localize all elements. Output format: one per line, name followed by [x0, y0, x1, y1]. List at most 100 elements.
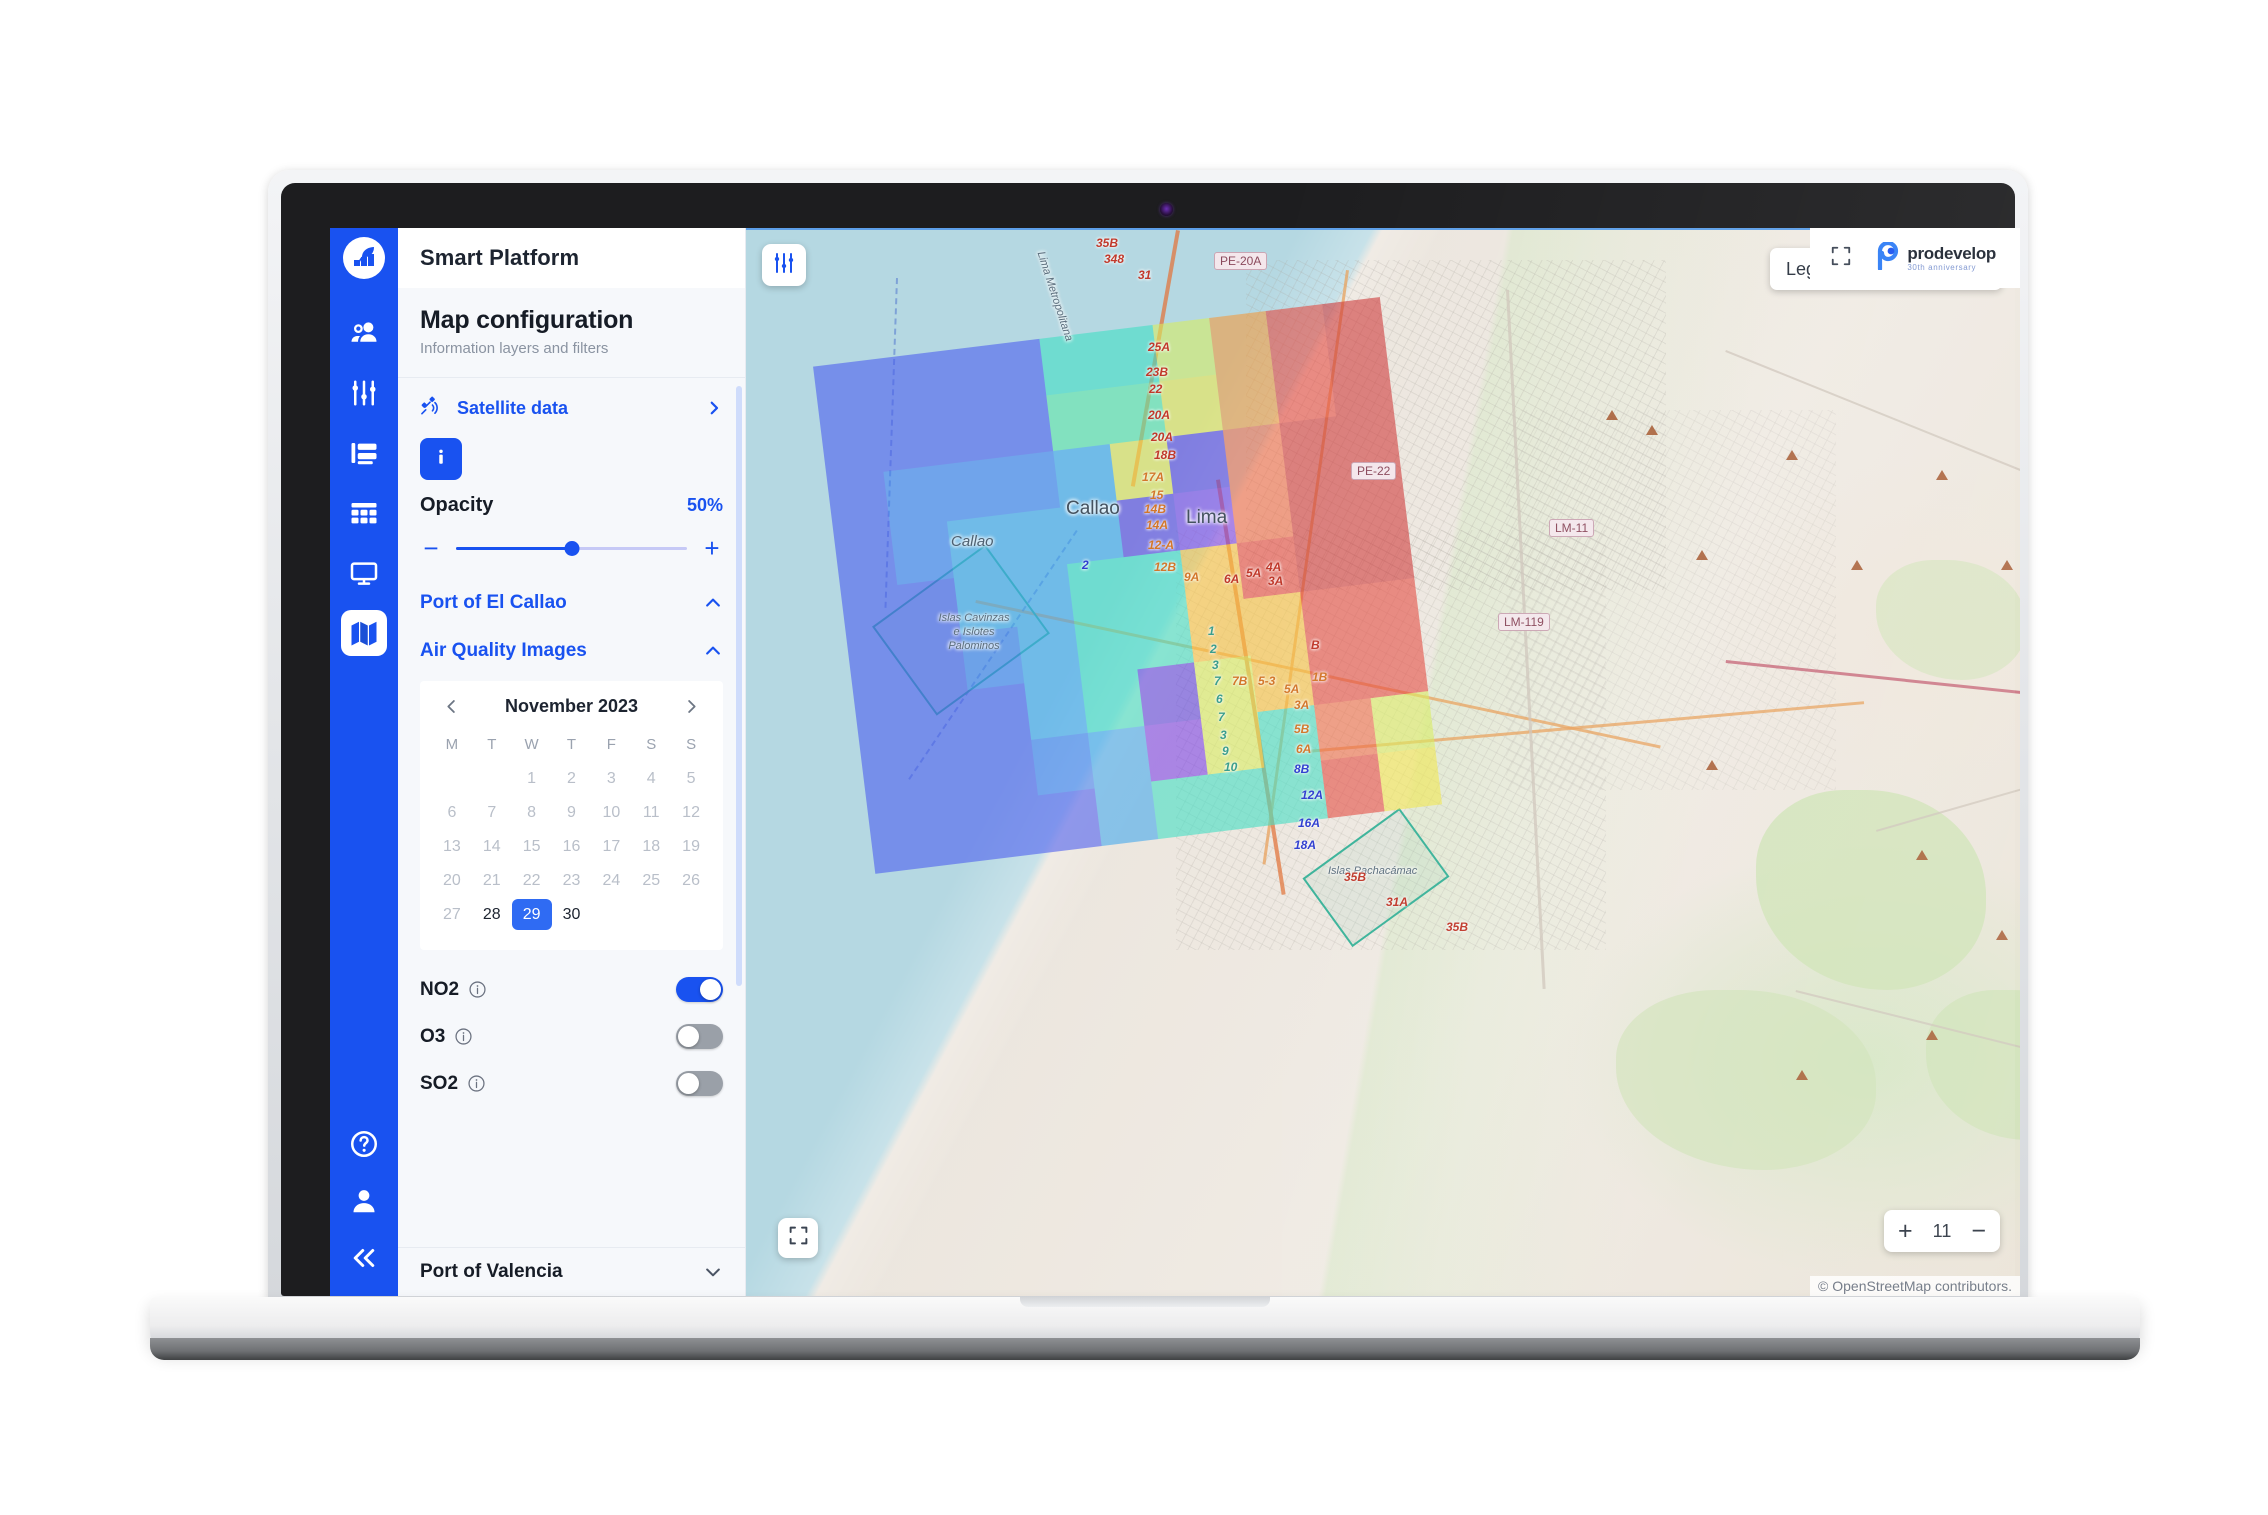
- zoom-control[interactable]: + 11 −: [1884, 1210, 2000, 1252]
- calendar-weekday: W: [524, 736, 539, 753]
- hill-marker: [1606, 410, 1618, 420]
- raster-cell: [826, 472, 892, 537]
- raster-cell: [819, 415, 885, 480]
- calendar-weekday-row: MTWTFSS: [432, 730, 711, 763]
- calendar-prev-button[interactable]: [438, 695, 465, 718]
- road-number: 20A: [1148, 408, 1171, 422]
- road-number: 6A: [1224, 572, 1240, 586]
- gas-toggle[interactable]: [676, 977, 723, 1002]
- map-viewport[interactable]: Lima Metropolitana Callao Callao Lima Is…: [746, 228, 2020, 1296]
- rail-items: [330, 310, 398, 656]
- list-icon: [349, 438, 379, 468]
- page-title: Map configuration: [420, 306, 634, 334]
- calendar-blank-cell: [432, 763, 472, 794]
- raster-cell: [1066, 556, 1132, 621]
- calendar-day: 9: [567, 804, 576, 821]
- road-number: 18A: [1294, 838, 1317, 852]
- brand-name: prodevelop: [1907, 243, 1996, 263]
- calendar-day: 23: [562, 872, 581, 889]
- raster-cell: [1137, 662, 1202, 727]
- sidebar-item-users[interactable]: [341, 310, 387, 356]
- raster-cell: [1187, 599, 1252, 664]
- map-label: Callao: [1066, 498, 1120, 519]
- calendar-day: 19: [682, 838, 700, 855]
- sidebar-item-lists[interactable]: [341, 430, 387, 476]
- road-number: 31: [1138, 268, 1152, 282]
- raster-cell: [926, 345, 991, 410]
- section-label: Port of Valencia: [420, 1261, 563, 1282]
- calendar-day: 20: [443, 872, 461, 889]
- sidebar-item-tables[interactable]: [341, 490, 387, 536]
- laptop-mockup: Smart Platform Map configuration Informa…: [0, 0, 2268, 1515]
- double-chevron-left-icon: [349, 1249, 379, 1277]
- info-circle-icon[interactable]: [468, 980, 487, 999]
- raster-cell: [883, 465, 948, 530]
- map-fullscreen-button[interactable]: [778, 1218, 818, 1258]
- brand-logo[interactable]: prodevelop 30th anniversary: [1874, 240, 1996, 275]
- raster-cell: [1313, 697, 1379, 762]
- urban-street-grid: [1506, 410, 1836, 790]
- hill-marker: [1696, 550, 1708, 560]
- raster-cell: [1095, 324, 1161, 389]
- raster-cell: [996, 451, 1061, 516]
- collapse-button[interactable]: [349, 1243, 379, 1278]
- calendar-day[interactable]: 29: [511, 899, 552, 930]
- sidebar-item-map[interactable]: [341, 610, 387, 656]
- calendar-day: 5: [686, 770, 696, 787]
- gas-toggle[interactable]: [676, 1024, 723, 1049]
- info-circle-icon[interactable]: [454, 1027, 473, 1046]
- map-attribution[interactable]: © OpenStreetMap contributors.: [1810, 1276, 2020, 1296]
- slider-knob[interactable]: [564, 540, 579, 556]
- opacity-decrease-button[interactable]: −: [420, 535, 442, 561]
- sidebar-item-filters[interactable]: [341, 370, 387, 416]
- map-canvas[interactable]: Lima Metropolitana Callao Callao Lima Is…: [746, 230, 2020, 1296]
- opacity-slider[interactable]: [456, 540, 687, 556]
- map-label: Islas Cavinzas e Islotes Palominos: [938, 612, 1010, 652]
- calendar-next-button[interactable]: [678, 695, 705, 718]
- panel-scroll-area[interactable]: Satellite data Opacity 50% − + Port of E…: [398, 378, 745, 1247]
- zoom-out-button[interactable]: −: [1971, 1218, 1986, 1244]
- zoom-in-button[interactable]: +: [1898, 1218, 1913, 1244]
- satellite-data-row[interactable]: Satellite data: [398, 378, 745, 436]
- road-number: 10: [1224, 760, 1238, 774]
- road-number: 35B: [1344, 870, 1367, 884]
- road-number: 6: [1216, 692, 1223, 706]
- gas-toggle[interactable]: [676, 1071, 723, 1096]
- road-number: 15: [1150, 488, 1164, 502]
- brand-tagline: 30th anniversary: [1907, 262, 1977, 272]
- section-air-quality-images[interactable]: Air Quality Images: [398, 627, 745, 675]
- app-logo[interactable]: [330, 228, 398, 288]
- calendar-header: November 2023: [432, 695, 711, 730]
- raster-cell: [989, 394, 1055, 460]
- panel-scrollbar[interactable]: [736, 386, 742, 986]
- road-number: B: [1311, 638, 1320, 652]
- calendar-day[interactable]: 28: [472, 899, 512, 930]
- account-button[interactable]: [349, 1186, 379, 1221]
- raster-cell: [1349, 522, 1415, 587]
- calendar-weekday: F: [606, 736, 616, 753]
- fullscreen-icon[interactable]: [1830, 245, 1852, 272]
- section-port-of-valencia[interactable]: Port of Valencia: [398, 1248, 745, 1296]
- calendar-day: 14: [482, 838, 501, 855]
- opacity-increase-button[interactable]: +: [701, 535, 723, 561]
- rail-bottom-items: [330, 1129, 398, 1278]
- map-filter-button[interactable]: [762, 244, 806, 286]
- info-circle-icon[interactable]: [467, 1074, 486, 1093]
- raster-cell: [1144, 718, 1209, 783]
- chevron-right-icon[interactable]: [705, 399, 723, 417]
- sidebar-item-monitor[interactable]: [341, 550, 387, 596]
- calendar-days-grid[interactable]: 1 2 3 4 5 6 7 8 9 10 11 12 13 14 15 16 17 18 19 20 21 22 23 24 2…: [432, 763, 711, 930]
- info-badge-button[interactable]: [420, 438, 462, 480]
- raster-cell: [940, 458, 1005, 523]
- raster-cell: [981, 795, 1046, 860]
- chevron-up-icon[interactable]: [703, 641, 723, 661]
- calendar-weekday: T: [487, 736, 497, 753]
- raster-cell: [1166, 430, 1231, 495]
- help-button[interactable]: [349, 1129, 379, 1164]
- calendar-day[interactable]: 30: [552, 899, 592, 930]
- section-port-of-el-callao[interactable]: Port of El Callao: [398, 579, 745, 627]
- road-number: 7: [1218, 710, 1225, 724]
- chevron-up-icon[interactable]: [703, 593, 723, 613]
- chevron-down-icon[interactable]: [703, 1262, 723, 1282]
- hill-marker: [1851, 560, 1863, 570]
